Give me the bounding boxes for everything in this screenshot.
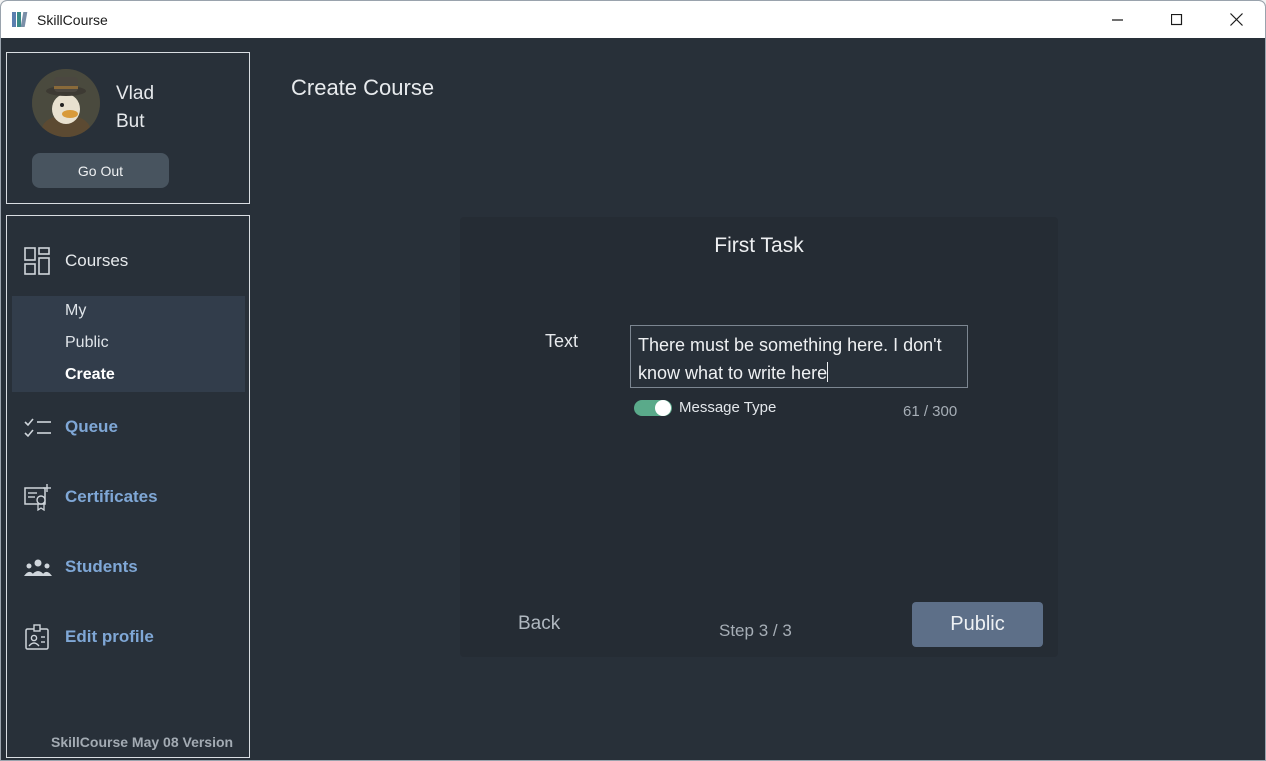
checklist-icon bbox=[24, 418, 51, 438]
card-title: First Task bbox=[714, 234, 804, 257]
version-label: SkillCourse May 08 Version bbox=[51, 734, 234, 750]
sidebar-subitem-create[interactable]: Create bbox=[65, 366, 115, 384]
message-type-label: Message Type bbox=[679, 399, 777, 416]
user-first-name: Vlad bbox=[116, 83, 155, 104]
go-out-button[interactable]: Go Out bbox=[32, 153, 169, 188]
app-content: Vlad But Go Out Courses My Public Create bbox=[1, 38, 1265, 760]
minimize-button[interactable] bbox=[1089, 1, 1147, 38]
grid-icon bbox=[24, 247, 50, 275]
user-last-name: But bbox=[116, 111, 145, 132]
group-icon bbox=[24, 559, 52, 576]
avatar[interactable] bbox=[32, 69, 100, 137]
sidebar-item-label: Courses bbox=[65, 251, 129, 270]
text-caret bbox=[827, 362, 829, 382]
page-title: Create Course bbox=[291, 75, 435, 100]
public-button[interactable]: Public bbox=[912, 602, 1043, 647]
step-indicator: Step 3 / 3 bbox=[719, 621, 792, 640]
window-title: SkillCourse bbox=[37, 12, 108, 28]
character-counter: 61 / 300 bbox=[903, 403, 958, 420]
profile-panel: Vlad But Go Out bbox=[6, 52, 250, 204]
sidebar-item-certificates[interactable]: Certificates bbox=[7, 476, 249, 516]
minimize-icon bbox=[1112, 18, 1123, 21]
maximize-icon bbox=[1171, 13, 1183, 25]
sidebar-item-courses[interactable]: Courses bbox=[7, 240, 249, 280]
sidebar-item-label: Queue bbox=[65, 417, 118, 436]
task-text-input[interactable]: There must be something here. I don't kn… bbox=[630, 325, 968, 388]
sidebar-item-students[interactable]: Students bbox=[7, 546, 249, 586]
sidebar-subitem-my[interactable]: My bbox=[65, 302, 86, 320]
maximize-button[interactable] bbox=[1148, 1, 1206, 38]
task-card: First Task Text There must be something … bbox=[460, 217, 1058, 657]
text-field-label: Text bbox=[545, 331, 579, 351]
toggle-knob bbox=[655, 400, 671, 416]
id-badge-icon bbox=[25, 624, 49, 650]
back-button[interactable]: Back bbox=[518, 613, 560, 635]
sidebar-subitem-public[interactable]: Public bbox=[65, 334, 109, 352]
courses-submenu: My Public Create bbox=[12, 296, 245, 392]
message-type-toggle[interactable] bbox=[634, 400, 672, 416]
certificate-icon bbox=[24, 484, 51, 511]
app-window: SkillCourse Vlad But Go Out Courses My P… bbox=[0, 0, 1266, 761]
app-logo-icon bbox=[12, 12, 29, 27]
sidebar-item-label: Certificates bbox=[65, 487, 158, 506]
sidebar-nav: Courses My Public Create Queue Certifica… bbox=[6, 215, 250, 758]
close-button[interactable] bbox=[1207, 1, 1265, 38]
title-bar: SkillCourse bbox=[1, 1, 1265, 38]
close-icon bbox=[1229, 13, 1243, 26]
sidebar-item-queue[interactable]: Queue bbox=[7, 406, 249, 446]
sidebar-item-label: Edit profile bbox=[65, 627, 154, 646]
sidebar-item-edit-profile[interactable]: Edit profile bbox=[7, 616, 249, 656]
task-text-value: There must be something here. I don't kn… bbox=[638, 335, 942, 383]
sidebar-item-label: Students bbox=[65, 557, 138, 576]
